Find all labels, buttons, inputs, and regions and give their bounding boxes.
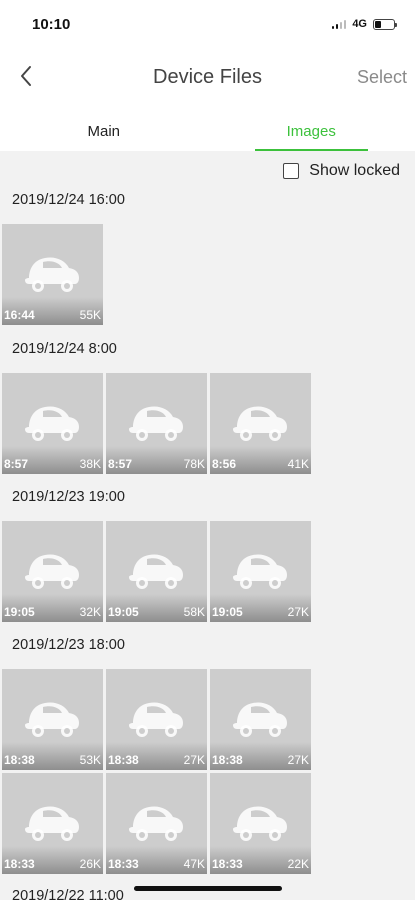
thumbnail-grid: 16:44 55K (2, 224, 415, 328)
thumbnail-time: 18:38 (212, 753, 243, 767)
car-placeholder-icon (25, 806, 79, 841)
image-thumbnail[interactable]: 19:05 27K (210, 521, 311, 622)
thumbnail-time: 8:57 (108, 457, 133, 471)
thumbnail-size: 22K (287, 857, 309, 871)
image-thumbnail[interactable]: 18:33 47K (106, 773, 207, 874)
thumbnail-time: 16:44 (4, 308, 35, 322)
tab-main[interactable]: Main (0, 105, 208, 151)
group-date-header: 2019/12/23 19:00 (12, 489, 125, 505)
thumbnail-size: 27K (183, 753, 205, 767)
navigation-bar: Device Files Select (0, 50, 415, 105)
image-thumbnail[interactable]: 8:56 41K (210, 373, 311, 474)
page-title: Device Files (153, 66, 262, 88)
car-placeholder-icon (25, 702, 79, 737)
thumbnail-grid: 18:38 53K 18:38 27K 18:38 27K 18:33 26K … (2, 669, 415, 877)
group-date-header: 2019/12/23 18:00 (12, 637, 125, 653)
status-bar: 10:10 4G (0, 0, 415, 50)
image-thumbnail[interactable]: 18:33 22K (210, 773, 311, 874)
signal-icon (331, 19, 347, 29)
status-time: 10:10 (32, 16, 71, 33)
group-date-header: 2019/12/22 11:00 (12, 888, 124, 900)
image-thumbnail[interactable]: 18:38 53K (2, 669, 103, 770)
home-indicator[interactable] (134, 886, 282, 891)
thumbnail-grid: 19:05 32K 19:05 58K 19:05 27K (2, 521, 415, 625)
thumbnail-size: 27K (287, 605, 309, 619)
thumbnail-time: 19:05 (4, 605, 35, 619)
image-thumbnail[interactable]: 16:44 55K (2, 224, 103, 325)
image-thumbnail[interactable]: 18:38 27K (210, 669, 311, 770)
thumbnail-time: 8:56 (212, 457, 237, 471)
status-indicators: 4G (331, 18, 397, 30)
thumbnail-size: 27K (287, 753, 309, 767)
car-placeholder-icon (233, 406, 287, 441)
car-placeholder-icon (233, 702, 287, 737)
thumbnail-size: 47K (183, 857, 205, 871)
car-placeholder-icon (25, 257, 79, 292)
thumbnail-time: 8:57 (4, 457, 29, 471)
thumbnail-size: 55K (79, 308, 101, 322)
thumbnail-size: 41K (287, 457, 309, 471)
car-placeholder-icon (233, 554, 287, 589)
group-date-header: 2019/12/24 16:00 (12, 192, 125, 208)
tab-images[interactable]: Images (208, 105, 415, 151)
image-thumbnail[interactable]: 19:05 58K (106, 521, 207, 622)
image-thumbnail[interactable]: 18:38 27K (106, 669, 207, 770)
thumbnail-time: 18:33 (212, 857, 243, 871)
show-locked-checkbox[interactable] (283, 163, 300, 179)
car-placeholder-icon (129, 806, 183, 841)
image-thumbnail[interactable]: 8:57 78K (106, 373, 207, 474)
thumbnail-size: 78K (183, 457, 205, 471)
thumbnail-time: 19:05 (212, 605, 243, 619)
thumbnail-grid: 8:57 38K 8:57 78K 8:56 41K (2, 373, 415, 477)
thumbnail-time: 18:33 (4, 857, 35, 871)
image-thumbnail[interactable]: 18:33 26K (2, 773, 103, 874)
car-placeholder-icon (129, 702, 183, 737)
thumbnail-size: 32K (79, 605, 101, 619)
image-thumbnail[interactable]: 19:05 32K (2, 521, 103, 622)
car-placeholder-icon (129, 554, 183, 589)
thumbnail-time: 19:05 (108, 605, 139, 619)
image-thumbnail[interactable]: 8:57 38K (2, 373, 103, 474)
thumbnail-time: 18:38 (108, 753, 139, 767)
show-locked-toggle[interactable]: Show locked (283, 162, 400, 180)
car-placeholder-icon (25, 406, 79, 441)
car-placeholder-icon (25, 554, 79, 589)
select-button[interactable]: Select (357, 67, 407, 88)
thumbnail-size: 53K (79, 753, 101, 767)
image-list[interactable]: Show locked 2019/12/24 16:00 16:44 55K 2… (0, 151, 415, 900)
thumbnail-size: 58K (183, 605, 205, 619)
thumbnail-size: 38K (79, 457, 101, 471)
battery-icon (373, 18, 397, 30)
thumbnail-time: 18:33 (108, 857, 139, 871)
network-label: 4G (352, 18, 367, 30)
car-placeholder-icon (233, 806, 287, 841)
car-placeholder-icon (129, 406, 183, 441)
thumbnail-size: 26K (79, 857, 101, 871)
tab-bar: Main Images (0, 105, 415, 151)
thumbnail-time: 18:38 (4, 753, 35, 767)
show-locked-label: Show locked (309, 162, 400, 179)
group-date-header: 2019/12/24 8:00 (12, 341, 117, 357)
